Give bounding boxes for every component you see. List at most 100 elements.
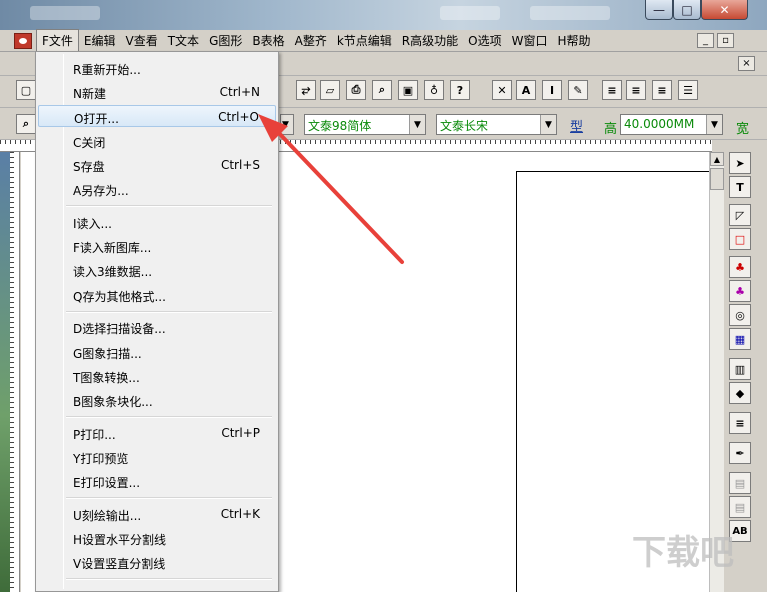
menu-item-label: O打开... [74, 112, 119, 126]
menu-item-print-setup[interactable]: E打印设置... [38, 470, 276, 492]
frame-icon[interactable]: ▣ [398, 80, 418, 100]
blurred-title [530, 6, 610, 20]
preview-icon[interactable]: ⌕ [372, 80, 392, 100]
menu-item-label: Q存为其他格式... [73, 290, 166, 304]
menu-options[interactable]: O选项 [463, 30, 506, 51]
width-label: 宽 [736, 122, 750, 137]
menu-item-print[interactable]: P打印... Ctrl+P [38, 422, 276, 444]
menu-item-import[interactable]: I读入... [38, 211, 276, 233]
height-value: 40.0000MM [624, 117, 695, 131]
text-a-icon[interactable]: A [516, 80, 536, 100]
menu-separator [66, 205, 272, 207]
menu-item-label: B图象条块化... [73, 395, 153, 409]
menu-file[interactable]: F文件 [36, 29, 79, 52]
text-tool-icon[interactable]: T [729, 176, 751, 198]
menu-item-shortcut: Ctrl+S [220, 158, 260, 172]
menu-graphics[interactable]: G图形 [204, 30, 247, 51]
menu-edit[interactable]: E编辑 [79, 30, 121, 51]
size-combo[interactable]: ▼ [280, 114, 294, 135]
paint-bucket-icon[interactable]: ◆ [729, 382, 751, 404]
chevron-down-icon: ▼ [540, 115, 556, 134]
menu-item-shortcut: Ctrl+P [221, 426, 260, 440]
mdi-restore-button[interactable]: ▫ [717, 33, 734, 48]
font-en-value: 文泰长宋 [440, 119, 489, 133]
menu-item-print-preview[interactable]: Y打印预览 [38, 446, 276, 468]
shape-edit-icon[interactable]: ◸ [729, 204, 751, 226]
menu-item-label: N新建 [73, 87, 106, 101]
node-tool-icon[interactable]: ✕ [492, 80, 512, 100]
font-cn-value: 文泰98简体 [308, 119, 372, 133]
menu-advanced[interactable]: R高级功能 [397, 30, 463, 51]
table-icon[interactable]: ▦ [729, 328, 751, 350]
menu-text[interactable]: T文本 [163, 30, 204, 51]
menu-item-label: P打印... [73, 428, 116, 442]
menu-item-export-format[interactable]: Q存为其他格式... [38, 284, 276, 306]
maximize-button[interactable]: □ [673, 0, 701, 20]
menu-node-edit[interactable]: k节点编辑 [332, 30, 397, 51]
menu-align[interactable]: A整齐 [290, 30, 332, 51]
menu-item-close[interactable]: C关闭 [38, 130, 276, 152]
close-button[interactable]: ✕ [701, 0, 748, 20]
disabled-tool-icon: ▤ [729, 472, 751, 494]
menu-item-image-convert[interactable]: T图象转换... [38, 365, 276, 387]
menu-item-save-as[interactable]: A另存为... [38, 178, 276, 200]
menu-view[interactable]: V查看 [121, 30, 163, 51]
file-menu-dropdown: R重新开始... N新建 Ctrl+N O打开... Ctrl+O C关闭 S存盘 C… [35, 51, 279, 592]
menu-separator [66, 311, 272, 313]
rectangle-icon[interactable]: □ [729, 228, 751, 250]
chevron-down-icon: ▼ [281, 115, 293, 134]
menu-item-cut-output[interactable]: U刻绘输出... Ctrl+K [38, 503, 276, 525]
type-label[interactable]: 型 [570, 116, 583, 135]
select-arrow-icon[interactable]: ➤ [729, 152, 751, 174]
mdi-minimize-button[interactable]: _ [697, 33, 714, 48]
menu-table[interactable]: B表格 [247, 30, 289, 51]
menu-window[interactable]: W窗口 [507, 30, 553, 51]
menu-item-save[interactable]: S存盘 Ctrl+S [38, 154, 276, 176]
new-file-icon[interactable]: ▢ [16, 80, 36, 100]
height-input[interactable]: 40.0000MM ▼ [620, 114, 723, 135]
mdi-close-button[interactable]: × [738, 56, 755, 71]
justify-icon[interactable]: ☰ [678, 80, 698, 100]
zoom-icon[interactable]: ⌕ [16, 114, 36, 134]
align-right-icon[interactable]: ≡ [652, 80, 672, 100]
font-cn-select[interactable]: 文泰98简体 ▼ [304, 114, 426, 135]
app-logo-icon[interactable] [14, 32, 32, 49]
mirror-icon[interactable]: ⥂ [296, 80, 316, 100]
height-label: 高 [604, 122, 618, 137]
menu-item-open[interactable]: O打开... Ctrl+O [38, 105, 276, 127]
minimize-button[interactable]: — [645, 0, 673, 20]
shapes-icon[interactable]: ◎ [729, 304, 751, 326]
scroll-up-icon[interactable]: ▲ [710, 152, 724, 166]
menu-item-label: C关闭 [73, 136, 106, 150]
menu-item-label: Y打印预览 [73, 452, 129, 466]
font-en-select[interactable]: 文泰长宋 ▼ [436, 114, 557, 135]
menu-item-select-scanner[interactable]: D选择扫描设备... [38, 316, 276, 338]
menu-item-restart[interactable]: R重新开始... [38, 57, 276, 79]
fill-icon[interactable]: ♣ [729, 280, 751, 302]
menu-item-new[interactable]: N新建 Ctrl+N [38, 81, 276, 103]
menu-bar: F文件 E编辑 V查看 T文本 G图形 B表格 A整齐 k节点编辑 R高级功能 … [0, 29, 767, 52]
help-icon[interactable]: ? [450, 80, 470, 100]
lines-icon[interactable]: ≡ [729, 412, 751, 434]
menu-item-scan-image[interactable]: G图象扫描... [38, 341, 276, 363]
bulb-icon[interactable]: ♁ [424, 80, 444, 100]
align-center-icon[interactable]: ≡ [626, 80, 646, 100]
menu-item-import-library[interactable]: F读入新图库... [38, 235, 276, 257]
menu-item-horizontal-split[interactable]: H设置水平分割线 [38, 527, 276, 549]
italic-icon[interactable]: I [542, 80, 562, 100]
cherry-icon[interactable]: ♣ [729, 256, 751, 278]
menu-item-label: D选择扫描设备... [73, 322, 166, 336]
edit-text-icon[interactable]: ✎ [568, 80, 588, 100]
align-left-icon[interactable]: ≡ [602, 80, 622, 100]
color-palette-icon[interactable]: ▥ [729, 358, 751, 380]
menu-item-vertical-split[interactable]: V设置竖直分割线 [38, 551, 276, 573]
print-icon[interactable]: ⎙ [346, 80, 366, 100]
pen-icon[interactable]: ✒ [729, 442, 751, 464]
menu-item-import-3d[interactable]: 读入3维数据... [38, 259, 276, 281]
scroll-thumb[interactable] [710, 168, 724, 190]
menu-item-image-tile[interactable]: B图象条块化... [38, 389, 276, 411]
desktop-edge [0, 152, 10, 592]
slant-icon[interactable]: ▱ [320, 80, 340, 100]
blurred-title [440, 6, 500, 20]
menu-help[interactable]: H帮助 [552, 30, 595, 51]
